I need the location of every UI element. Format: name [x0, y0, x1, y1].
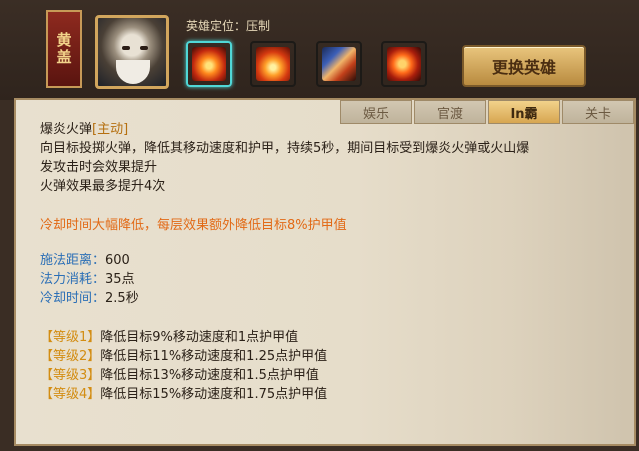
- level-row-3: 【等级3】降低目标13%移动速度和1.5点护甲值: [40, 366, 610, 385]
- stat-cooldown: 冷却时间：2.5秒: [40, 289, 610, 308]
- hero-role-label: 英雄定位：压制: [186, 19, 271, 33]
- level-4-label: 【等级4】: [40, 387, 101, 402]
- skill-desc-line-1: 向目标投掷火弹，降低其移动速度和护甲，持续5秒，期间目标受到爆炎火弹或火山爆: [40, 141, 530, 156]
- level-3-label: 【等级3】: [40, 368, 101, 383]
- portrait-eye-right: [140, 46, 148, 50]
- fire-fist-icon: [387, 47, 421, 81]
- level-row-2: 【等级2】降低目标11%移动速度和1.25点护甲值: [40, 347, 610, 366]
- skill-name: 爆炎火弹: [40, 122, 93, 137]
- skill-desc-line-3: 火弹效果最多提升4次: [40, 179, 166, 194]
- stat-mana: 法力消耗：35点: [40, 270, 610, 289]
- stat-range-label: 施法距离：: [40, 253, 106, 268]
- level-4-text: 降低目标15%移动速度和1.75点护甲值: [100, 387, 328, 402]
- stat-mana-value: 35点: [105, 272, 135, 287]
- skill-desc-line-2: 发攻击时会效果提升: [40, 160, 158, 175]
- portrait-eye-left: [122, 46, 130, 50]
- portrait-beard: [116, 60, 150, 84]
- level-row-1: 【等级1】降低目标9%移动速度和1点护甲值: [40, 328, 610, 347]
- hero-portrait[interactable]: [95, 15, 169, 89]
- skill-bonus-text: 冷却时间大幅降低，每层效果额外降低目标8%护甲值: [40, 218, 347, 233]
- hero-header: 黄盖 英雄定位：压制 更换英雄: [0, 0, 639, 100]
- fire-burst-icon: [256, 47, 290, 81]
- level-1-label: 【等级1】: [40, 330, 101, 345]
- skill-type-tag: [主动]: [92, 122, 129, 137]
- skill-detail-panel: 娱乐 官渡 In霸 关卡 爆炎火弹[主动] 向目标投掷火弹，降低其移动速度和护甲…: [14, 98, 636, 446]
- level-2-text: 降低目标11%移动速度和1.25点护甲值: [100, 349, 328, 364]
- stat-mana-label: 法力消耗：: [40, 272, 106, 287]
- skill-slot-4[interactable]: [381, 41, 427, 87]
- hero-name: 黄盖: [54, 32, 73, 66]
- skill-slot-1[interactable]: [186, 41, 232, 87]
- stat-cooldown-label: 冷却时间：: [40, 291, 106, 306]
- change-hero-button[interactable]: 更换英雄: [462, 45, 586, 87]
- skill-slot-2[interactable]: [250, 41, 296, 87]
- stat-range: 施法距离：600: [40, 251, 610, 270]
- fire-bomb-icon: [192, 47, 226, 81]
- flame-sword-icon: [322, 47, 356, 81]
- hero-name-banner: 黄盖: [46, 10, 82, 88]
- level-3-text: 降低目标13%移动速度和1.5点护甲值: [100, 368, 319, 383]
- level-2-label: 【等级2】: [40, 349, 101, 364]
- stat-cooldown-value: 2.5秒: [105, 291, 139, 306]
- skill-slot-3[interactable]: [316, 41, 362, 87]
- level-1-text: 降低目标9%移动速度和1点护甲值: [100, 330, 299, 345]
- skill-description: 爆炎火弹[主动] 向目标投掷火弹，降低其移动速度和护甲，持续5秒，期间目标受到爆…: [40, 120, 610, 404]
- skill-title: 爆炎火弹[主动]: [40, 120, 610, 139]
- stat-range-value: 600: [105, 253, 130, 268]
- level-row-4: 【等级4】降低目标15%移动速度和1.75点护甲值: [40, 385, 610, 404]
